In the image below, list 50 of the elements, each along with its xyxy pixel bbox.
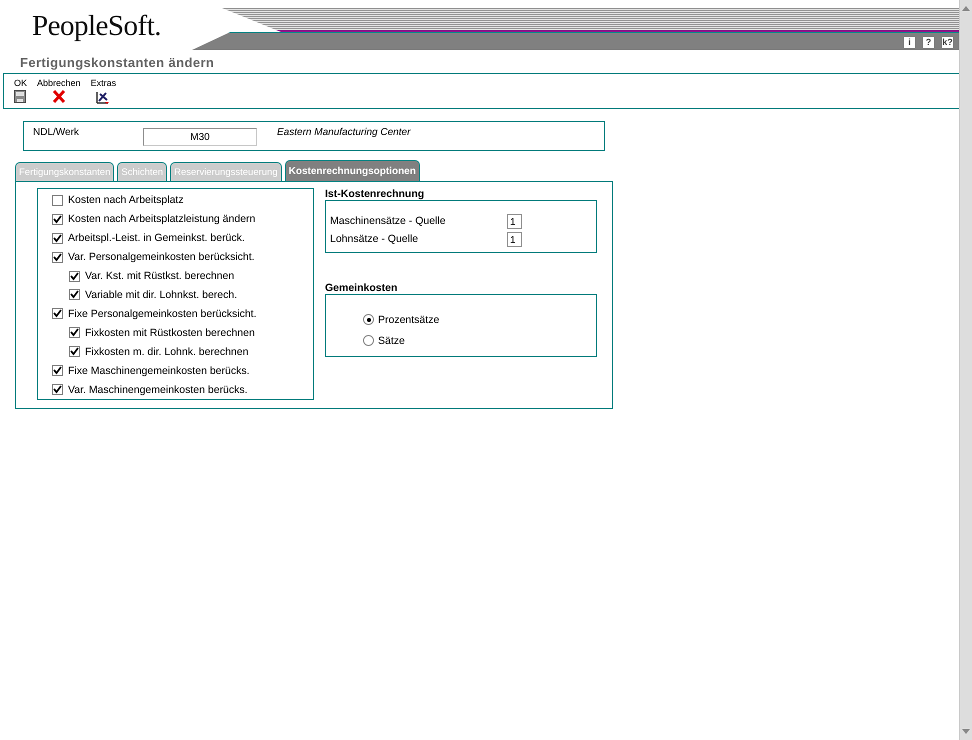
checkbox-label: Arbeitspl.-Leist. in Gemeinkst. berück.	[68, 232, 245, 244]
save-icon	[14, 90, 26, 103]
checkbox-label: Fixkosten mit Rüstkosten berechnen	[85, 326, 255, 339]
section-heading: Gemeinkosten	[325, 282, 398, 294]
field-description: Eastern Manufacturing Center	[277, 127, 410, 138]
checkbox[interactable]	[52, 252, 63, 263]
page-title: Fertigungskonstanten ändern	[19, 55, 216, 72]
checkbox-label: Var. Maschinengemeinkosten berücks.	[68, 384, 248, 396]
logo: PeopleSoft.	[31, 9, 162, 44]
checkbox[interactable]	[52, 232, 63, 244]
checkbox-label: Variable mit dir. Lohnkst. berech.	[85, 288, 238, 301]
scroll-up-icon[interactable]	[962, 6, 970, 11]
checkbox[interactable]	[69, 346, 80, 358]
checkbox-label: Kosten nach Arbeitsplatzleistung ändern	[68, 213, 256, 226]
checkbox-label: Var. Kst. mit Rüstkst. berechnen	[85, 270, 234, 282]
checkbox[interactable]	[52, 365, 63, 376]
radio-label: Prozentsätze	[378, 314, 440, 326]
tools-icon	[96, 90, 110, 104]
checkbox[interactable]	[52, 214, 63, 225]
checkbox[interactable]	[52, 308, 63, 320]
field-label: Maschinensätze - Quelle	[330, 215, 447, 227]
toolbar-button[interactable]: Abbrechen	[37, 78, 81, 108]
field-label: Lohnsätze - Quelle	[330, 233, 420, 245]
checkbox[interactable]	[52, 194, 63, 206]
header-icon[interactable]: ?	[923, 37, 934, 48]
radio-button[interactable]	[363, 335, 374, 346]
radio-button[interactable]	[363, 314, 374, 325]
toolbar-button[interactable]: OK	[14, 78, 28, 108]
radio-label: Sätze	[378, 334, 405, 346]
checkbox-label: Kosten nach Arbeitsplatz	[68, 194, 184, 206]
tab[interactable]: Kostenrechnungsoptionen	[284, 160, 420, 181]
field-label: NDL/Werk	[33, 127, 80, 138]
header-icon[interactable]: k?	[942, 37, 953, 48]
toolbar-button[interactable]: Extras	[90, 78, 116, 108]
input-field[interactable]: 1	[507, 214, 522, 228]
checkbox-label: Fixe Maschinengemeinkosten berücks.	[68, 364, 250, 377]
checkbox-label: Var. Personalgemeinkosten berücksicht.	[68, 251, 255, 264]
section-heading: Ist-Kostenrechnung	[325, 188, 426, 200]
input-field[interactable]: 1	[507, 232, 522, 246]
header-icon[interactable]: i	[904, 37, 915, 48]
checkbox[interactable]	[69, 289, 80, 300]
input-field[interactable]: M30	[143, 128, 257, 146]
scroll-down-icon[interactable]	[962, 729, 970, 734]
scrollbar[interactable]	[959, 0, 972, 740]
close-icon	[52, 90, 66, 103]
checkbox-label: Fixkosten m. dir. Lohnk. berechnen	[85, 346, 248, 358]
checkbox-label: Fixe Personalgemeinkosten berücksicht.	[68, 308, 257, 320]
checkbox[interactable]	[52, 384, 63, 396]
checkbox[interactable]	[69, 327, 80, 338]
checkbox[interactable]	[69, 270, 80, 282]
